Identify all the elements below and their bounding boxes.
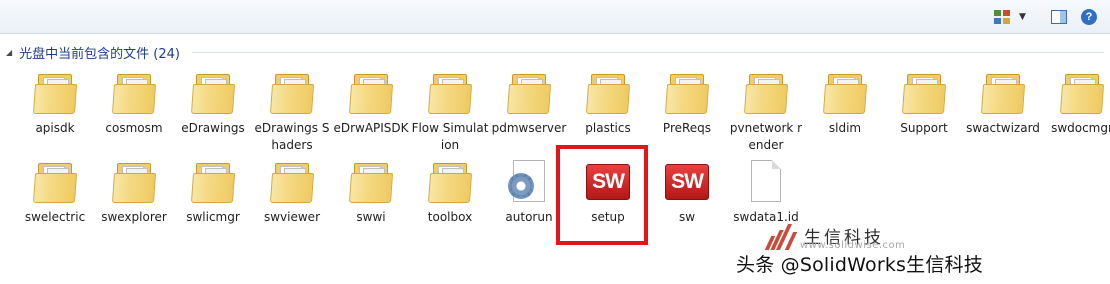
solidwise-logo-icon	[762, 220, 802, 250]
folder-icon: ✲	[347, 158, 395, 206]
change-view-button[interactable]: ▼	[994, 8, 1034, 26]
file-item-label: pvnetwork render	[729, 121, 803, 152]
file-item-label: eDrwAPISDK	[333, 121, 409, 135]
folder-icon: ✲	[31, 69, 79, 117]
file-item-label: apisdk	[35, 121, 75, 135]
file-item-label: sw	[678, 210, 696, 224]
folder-icon: ✲	[426, 69, 474, 117]
folder-icon: ✲	[189, 158, 237, 206]
file-item[interactable]: ✲ swexplorer	[95, 158, 173, 226]
file-item-label: pdmwserver	[491, 121, 567, 135]
file-item[interactable]: ✲ apisdk	[16, 69, 94, 137]
folder-icon: ✲	[742, 69, 790, 117]
watermark-caption: 头条 @SolidWorks生信科技	[736, 254, 983, 276]
file-item-label: toolbox	[427, 210, 473, 224]
help-icon: ?	[1081, 9, 1097, 25]
folder-icon: ✲	[268, 69, 316, 117]
folder-icon: ✲	[110, 158, 158, 206]
file-item[interactable]: ✲ pvnetwork render	[727, 69, 805, 154]
file-item-label: swviewer	[263, 210, 320, 224]
folder-icon: ✲	[268, 158, 316, 206]
views-icon	[994, 10, 1010, 24]
file-item-label: swelectric	[24, 210, 86, 224]
file-item[interactable]: ✲ pdmwserver	[490, 69, 568, 137]
setup-highlight-box	[556, 145, 648, 245]
file-item-label: Support	[900, 121, 948, 135]
blank-file-icon	[742, 158, 790, 206]
solidworks-icon: SW	[663, 158, 711, 206]
folder-icon: ✲	[189, 69, 237, 117]
file-item[interactable]: ✲ sldim	[806, 69, 884, 137]
file-item[interactable]: ✲ Flow Simulation	[411, 69, 489, 154]
file-item[interactable]: ✲ cosmosm	[95, 69, 173, 137]
file-item[interactable]: ✲ swlicmgr	[174, 158, 252, 226]
chevron-down-icon[interactable]: ▼	[1019, 12, 1026, 22]
file-item-label: swdocmgr	[1051, 121, 1110, 135]
command-bar: ▼ ?	[0, 0, 1110, 34]
file-item[interactable]: ✲ swactwizard	[964, 69, 1042, 137]
file-item-label: swactwizard	[966, 121, 1040, 135]
file-item[interactable]: ✲ Support	[885, 69, 963, 137]
folder-icon: ✲	[505, 69, 553, 117]
file-item-label: PreReqs	[662, 121, 712, 135]
solidworks-logo: SW	[665, 164, 709, 200]
file-item[interactable]: ✲ eDrawings Shaders	[253, 69, 331, 154]
file-item[interactable]: ✲ swelectric	[16, 158, 94, 226]
folder-icon: ✲	[900, 69, 948, 117]
folder-icon: ✲	[426, 158, 474, 206]
preview-pane-button[interactable]	[1051, 8, 1069, 26]
folder-icon: ✲	[584, 69, 632, 117]
file-item[interactable]: ✲ PreReqs	[648, 69, 726, 137]
folder-icon: ✲	[1058, 69, 1106, 117]
file-item[interactable]: ✲ toolbox	[411, 158, 489, 226]
file-item[interactable]: SW sw	[648, 158, 726, 226]
folder-icon: ✲	[663, 69, 711, 117]
file-item[interactable]: ✲ swwi	[332, 158, 410, 226]
file-item[interactable]: ✲ eDrawings	[174, 69, 252, 137]
file-item-label: eDrawings	[181, 121, 245, 135]
help-button[interactable]: ?	[1081, 8, 1099, 26]
autorun-settings-icon	[505, 158, 553, 206]
folder-icon: ✲	[979, 69, 1027, 117]
group-header[interactable]: ◢ 光盘中当前包含的文件 (24)	[6, 42, 180, 62]
file-item[interactable]: ✲ eDrwAPISDK	[332, 69, 410, 137]
file-item[interactable]: ✲ swviewer	[253, 158, 331, 226]
file-item-label: swwi	[356, 210, 386, 224]
file-item-label: swlicmgr	[186, 210, 240, 224]
file-item-label: plastics	[585, 121, 631, 135]
collapse-triangle-icon[interactable]: ◢	[6, 48, 12, 57]
group-title: 光盘中当前包含的文件 (24)	[19, 46, 180, 62]
file-item[interactable]: swdata1.id	[727, 158, 805, 226]
file-item[interactable]: ✲ plastics	[569, 69, 647, 137]
file-item-label: sldim	[828, 121, 862, 135]
folder-icon: ✲	[31, 158, 79, 206]
folder-icon: ✲	[347, 69, 395, 117]
file-item[interactable]: ✲ swdocmgr	[1043, 69, 1110, 137]
folder-icon: ✲	[110, 69, 158, 117]
folder-icon: ✲	[821, 69, 869, 117]
file-item-label: cosmosm	[105, 121, 163, 135]
file-item-label: Flow Simulation	[411, 121, 489, 152]
file-item-label: swexplorer	[101, 210, 167, 224]
preview-pane-icon	[1051, 10, 1067, 24]
file-item-label: eDrawings Shaders	[254, 121, 330, 152]
group-divider	[192, 52, 1104, 53]
